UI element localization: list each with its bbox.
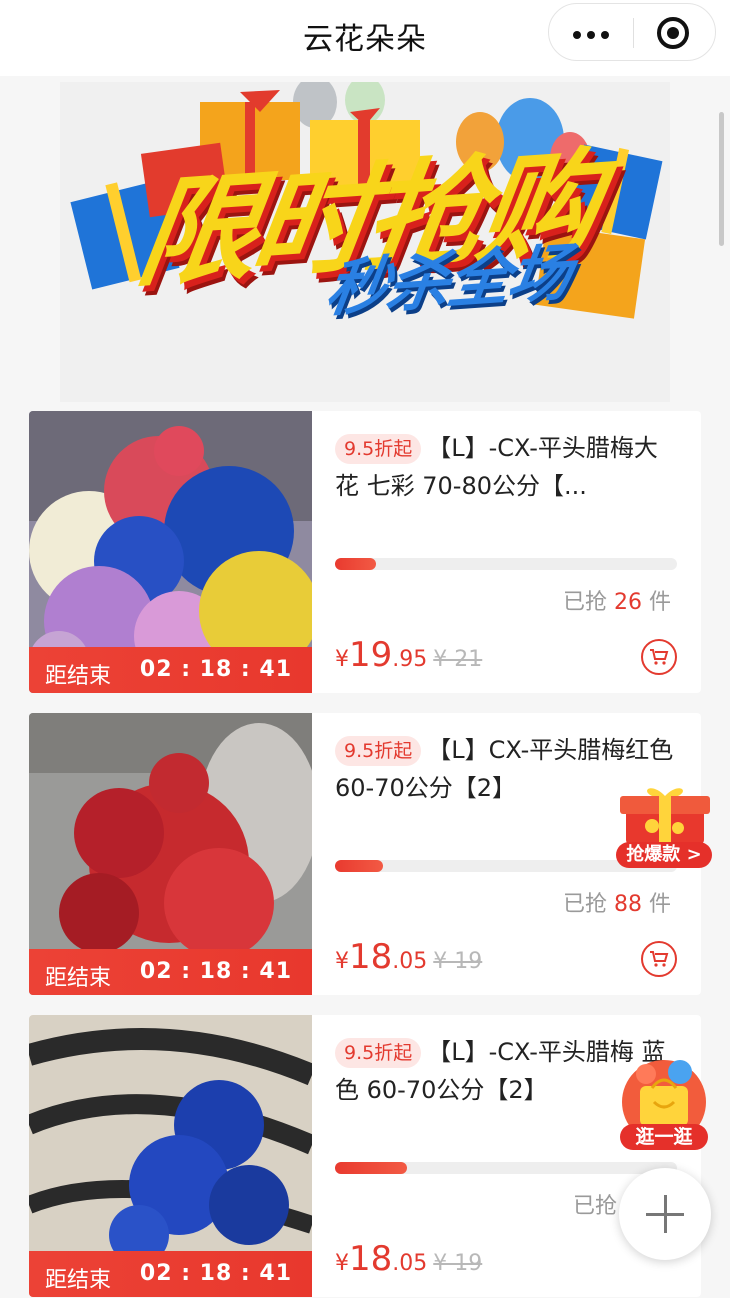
flash-sale-banner[interactable]: 限时抢购 秒杀全场 xyxy=(60,82,670,402)
product-card[interactable]: 距结束 02 : 18 : 41 9.5折起 【L】CX-平头腊梅红色 60-70… xyxy=(29,713,701,995)
countdown-label: 距结束 xyxy=(45,966,112,991)
hot-deals-float-button[interactable]: 抢爆款 > xyxy=(612,784,716,870)
banner-subline: 秒杀全场 xyxy=(321,235,575,326)
price: ¥18.05 ¥ 19 xyxy=(335,937,482,977)
sold-progress-bar xyxy=(335,1162,677,1174)
browse-shop-float-button[interactable]: 逛一逛 xyxy=(614,1058,714,1152)
browse-shop-label: 逛一逛 xyxy=(635,1126,693,1148)
discount-badge: 9.5折起 xyxy=(335,434,422,464)
product-info: 9.5折起 【L】-CX-平头腊梅大花 七彩 70-80公分【... 已抢 26 … xyxy=(335,411,681,693)
original-price: ¥ 21 xyxy=(433,647,483,672)
product-card[interactable]: 距结束 02 : 18 : 41 9.5折起 【L】-CX-平头腊梅 蓝色 60-… xyxy=(29,1015,701,1297)
price: ¥18.05 ¥ 19 xyxy=(335,1239,482,1279)
sold-progress-fill xyxy=(335,558,377,570)
product-title[interactable]: 9.5折起 【L】-CX-平头腊梅大花 七彩 70-80公分【... xyxy=(335,429,681,505)
product-image[interactable]: 距结束 02 : 18 : 41 xyxy=(29,1015,312,1297)
price-decimal: .05 xyxy=(392,949,428,974)
capsule-divider xyxy=(633,18,634,48)
price: ¥19.95 ¥ 21 xyxy=(335,635,482,675)
countdown-bar: 距结束 02 : 18 : 41 xyxy=(29,647,312,693)
sold-unit: 件 xyxy=(648,590,671,615)
sold-progress-fill xyxy=(335,1162,407,1174)
plus-icon[interactable] xyxy=(619,1168,711,1260)
countdown-label: 距结束 xyxy=(45,664,112,689)
hot-deals-label: 抢爆款 > xyxy=(626,844,702,865)
sold-prefix: 已抢 xyxy=(573,1194,618,1219)
countdown-time: 02 : 18 : 41 xyxy=(139,1261,292,1286)
price-decimal: .95 xyxy=(392,647,428,672)
sold-progress-bar xyxy=(335,558,677,570)
original-price: ¥ 19 xyxy=(433,949,483,974)
sold-count: 已抢 88 件 xyxy=(563,886,671,918)
countdown-bar: 距结束 02 : 18 : 41 xyxy=(29,949,312,995)
price-decimal: .05 xyxy=(392,1251,428,1276)
cart-icon xyxy=(650,951,669,967)
product-image[interactable]: 距结束 02 : 18 : 41 xyxy=(29,713,312,995)
product-card[interactable]: 距结束 02 : 18 : 41 9.5折起 【L】-CX-平头腊梅大花 七彩 7… xyxy=(29,411,701,693)
nav-bar: 云花朵朵 xyxy=(0,0,730,76)
price-currency: ¥ xyxy=(335,1251,349,1276)
countdown-time: 02 : 18 : 41 xyxy=(139,959,292,984)
mini-program-capsule xyxy=(548,3,716,61)
sold-count: 已抢 26 件 xyxy=(563,584,671,616)
discount-badge: 9.5折起 xyxy=(335,1038,422,1068)
sold-count: 已抢 xyxy=(573,1188,617,1220)
countdown-label: 距结束 xyxy=(45,1268,112,1293)
price-currency: ¥ xyxy=(335,949,349,974)
price-integer: 18 xyxy=(349,937,393,977)
cart-icon xyxy=(650,649,669,665)
price-currency: ¥ xyxy=(335,647,349,672)
countdown-time: 02 : 18 : 41 xyxy=(139,657,292,682)
price-integer: 19 xyxy=(349,635,393,675)
price-integer: 18 xyxy=(349,1239,393,1279)
add-to-cart-button[interactable] xyxy=(641,639,677,675)
scrollbar[interactable] xyxy=(719,112,724,246)
more-icon[interactable] xyxy=(573,31,613,39)
sold-unit: 件 xyxy=(648,892,671,917)
sold-number: 26 xyxy=(613,590,642,615)
sold-number: 88 xyxy=(613,892,642,917)
product-image[interactable]: 距结束 02 : 18 : 41 xyxy=(29,411,312,693)
discount-badge: 9.5折起 xyxy=(335,736,422,766)
sold-prefix: 已抢 xyxy=(562,892,607,917)
close-mini-program-icon[interactable] xyxy=(657,17,689,49)
countdown-bar: 距结束 02 : 18 : 41 xyxy=(29,1251,312,1297)
sold-progress-fill xyxy=(335,860,383,872)
original-price: ¥ 19 xyxy=(433,1251,483,1276)
sold-prefix: 已抢 xyxy=(562,590,607,615)
add-to-cart-button[interactable] xyxy=(641,941,677,977)
